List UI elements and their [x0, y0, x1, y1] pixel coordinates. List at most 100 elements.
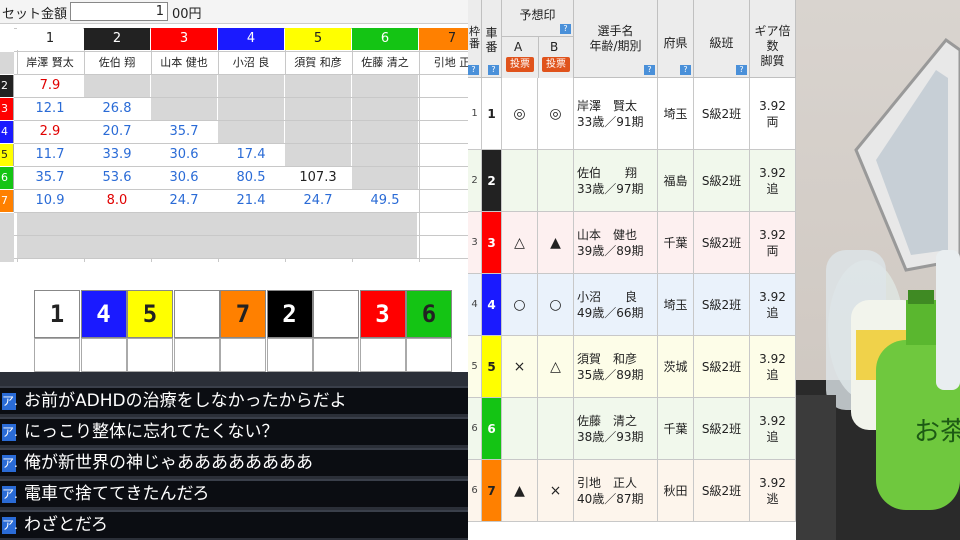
- odds-cell[interactable]: 21.4: [218, 190, 284, 212]
- car-number: 2: [482, 150, 502, 211]
- odds-cell[interactable]: [151, 75, 217, 97]
- rider-row[interactable]: 6 7 ▲ × 引地 正人 40歳／87期 秋田 S級2班 3.92 逃: [468, 460, 796, 522]
- odds-cell[interactable]: 35.7: [17, 167, 83, 189]
- gear-style-cell: 3.92 追: [750, 150, 796, 211]
- col-name-6: 佐藤 清之: [361, 56, 409, 69]
- chat-overlay: ア. お前がADHDの治療をしなかったからだよ ア. にっこり整体に忘れてたくない？ア…: [0, 372, 468, 540]
- car-number: 4: [482, 274, 502, 335]
- user-icon: ア.: [2, 393, 18, 410]
- rider-name[interactable]: 佐藤 清之: [577, 413, 644, 429]
- prediction-box: 1: [34, 290, 80, 338]
- frame-number: 2: [468, 150, 482, 211]
- odds-cell[interactable]: 11.7: [17, 144, 83, 166]
- help-icon[interactable]: ?: [488, 65, 499, 75]
- odds-cell[interactable]: 7.9: [17, 75, 83, 97]
- odds-cell[interactable]: [151, 98, 217, 120]
- rider-row[interactable]: 4 4 ○ ○ 小沼 良 49歳／66期 埼玉 S級2班 3.92 追: [468, 274, 796, 336]
- odds-cell[interactable]: 30.6: [151, 167, 217, 189]
- odds-cell[interactable]: 53.6: [84, 167, 150, 189]
- odds-cell[interactable]: [218, 121, 284, 143]
- chat-message: ア. わざとだろ: [0, 510, 468, 538]
- col-name-3: 山本 健也: [160, 56, 208, 69]
- odds-cell[interactable]: [285, 75, 351, 97]
- rider-row[interactable]: 2 2 佐伯 翔 33歳／97期 福島 S級2班 3.92 追: [468, 150, 796, 212]
- rider-name[interactable]: 引地 正人: [577, 475, 644, 491]
- rider-age-term: 49歳／66期: [577, 305, 644, 320]
- odds-cell[interactable]: 24.7: [151, 190, 217, 212]
- odds-cell[interactable]: [218, 98, 284, 120]
- odds-cell[interactable]: 24.7: [285, 190, 351, 212]
- chat-message: ア. にっこり整体に忘れてたくない？: [0, 417, 468, 445]
- rider-name[interactable]: 山本 健也: [577, 227, 644, 243]
- prediction-box-lower: [406, 338, 452, 372]
- odds-cell[interactable]: 2.9: [17, 121, 83, 143]
- odds-cell[interactable]: 20.7: [84, 121, 150, 143]
- rider-row[interactable]: 3 3 △ ▲ 山本 健也 39歳／89期 千葉 S級2班 3.92 両: [468, 212, 796, 274]
- rider-row[interactable]: 6 6 佐藤 清之 38歳／93期 千葉 S級2班 3.92 追: [468, 398, 796, 460]
- odds-cell[interactable]: 35.7: [151, 121, 217, 143]
- row-header-4: 4: [0, 121, 14, 143]
- chat-message: ア. 俺が新世界の神じゃああああああああ: [0, 448, 468, 476]
- help-icon[interactable]: ?: [736, 65, 747, 75]
- rider-name[interactable]: 小沼 良: [577, 289, 644, 305]
- odds-cell[interactable]: [352, 121, 418, 143]
- col-name-5: 須賀 和彦: [294, 56, 342, 69]
- set-amount-bar: セット金額 1 00円: [0, 0, 468, 24]
- help-icon[interactable]: ?: [468, 65, 479, 75]
- riding-style: 逃: [766, 491, 779, 506]
- col-header-6: 6: [352, 28, 418, 50]
- odds-cell[interactable]: [285, 144, 351, 166]
- odds-cell[interactable]: [352, 144, 418, 166]
- col-b-label: B: [550, 40, 559, 54]
- col-name-7: 引地 正: [433, 56, 468, 69]
- prefecture: 千葉: [658, 398, 694, 459]
- frame-number: 4: [468, 274, 482, 335]
- vote-a-button[interactable]: 投票: [506, 57, 534, 72]
- odds-cell[interactable]: 49.5: [352, 190, 418, 212]
- set-amount-input[interactable]: 1: [70, 2, 168, 21]
- odds-cell[interactable]: [285, 98, 351, 120]
- prefecture: 福島: [658, 150, 694, 211]
- odds-cell[interactable]: [285, 121, 351, 143]
- empty-row: [17, 236, 417, 258]
- riding-style: 追: [766, 367, 779, 382]
- odds-cell[interactable]: 80.5: [218, 167, 284, 189]
- rider-row[interactable]: 1 1 ◎ ◎ 岸澤 賢太 33歳／91期 埼玉 S級2班 3.92 両: [468, 78, 796, 150]
- gear-style-cell: 3.92 追: [750, 274, 796, 335]
- odds-cell[interactable]: 107.3: [285, 167, 351, 189]
- help-icon[interactable]: ?: [644, 65, 655, 75]
- class-rank: S級2班: [694, 274, 750, 335]
- odds-cell[interactable]: 12.1: [17, 98, 83, 120]
- odds-cell[interactable]: 33.9: [84, 144, 150, 166]
- rider-name[interactable]: 佐伯 翔: [577, 165, 644, 181]
- riding-style: 追: [766, 181, 779, 196]
- header-class: 級班?: [694, 0, 750, 78]
- odds-cell[interactable]: 8.0: [84, 190, 150, 212]
- rider-name-cell: 佐伯 翔 33歳／97期: [574, 150, 658, 211]
- prediction-box-lower: [313, 338, 359, 372]
- prediction-box-lower: [220, 338, 266, 372]
- odds-cell[interactable]: 10.9: [17, 190, 83, 212]
- col-header-2: 2: [84, 28, 150, 50]
- rider-info: 佐藤 清之 38歳／93期: [577, 413, 644, 445]
- header-prediction: 予想印 ? A B 投票 投票: [502, 0, 574, 78]
- odds-cell[interactable]: [352, 98, 418, 120]
- prefecture: 秋田: [658, 460, 694, 521]
- odds-cell[interactable]: [218, 75, 284, 97]
- help-icon[interactable]: ?: [560, 24, 571, 34]
- col-header-3: 3: [151, 28, 217, 50]
- mark-a: ▲: [502, 460, 538, 521]
- odds-cell[interactable]: [352, 75, 418, 97]
- odds-cell[interactable]: 26.8: [84, 98, 150, 120]
- rider-name[interactable]: 岸澤 賢太: [577, 98, 644, 114]
- rider-age-term: 40歳／87期: [577, 491, 644, 506]
- help-icon[interactable]: ?: [680, 65, 691, 75]
- rider-age-term: 33歳／97期: [577, 181, 644, 196]
- rider-row[interactable]: 5 5 × △ 須賀 和彦 35歳／89期 茨城 S級2班 3.92 追: [468, 336, 796, 398]
- vote-b-button[interactable]: 投票: [542, 57, 570, 72]
- odds-cell[interactable]: [84, 75, 150, 97]
- rider-name[interactable]: 須賀 和彦: [577, 351, 644, 367]
- odds-cell[interactable]: [352, 167, 418, 189]
- odds-cell[interactable]: 30.6: [151, 144, 217, 166]
- odds-cell[interactable]: 17.4: [218, 144, 284, 166]
